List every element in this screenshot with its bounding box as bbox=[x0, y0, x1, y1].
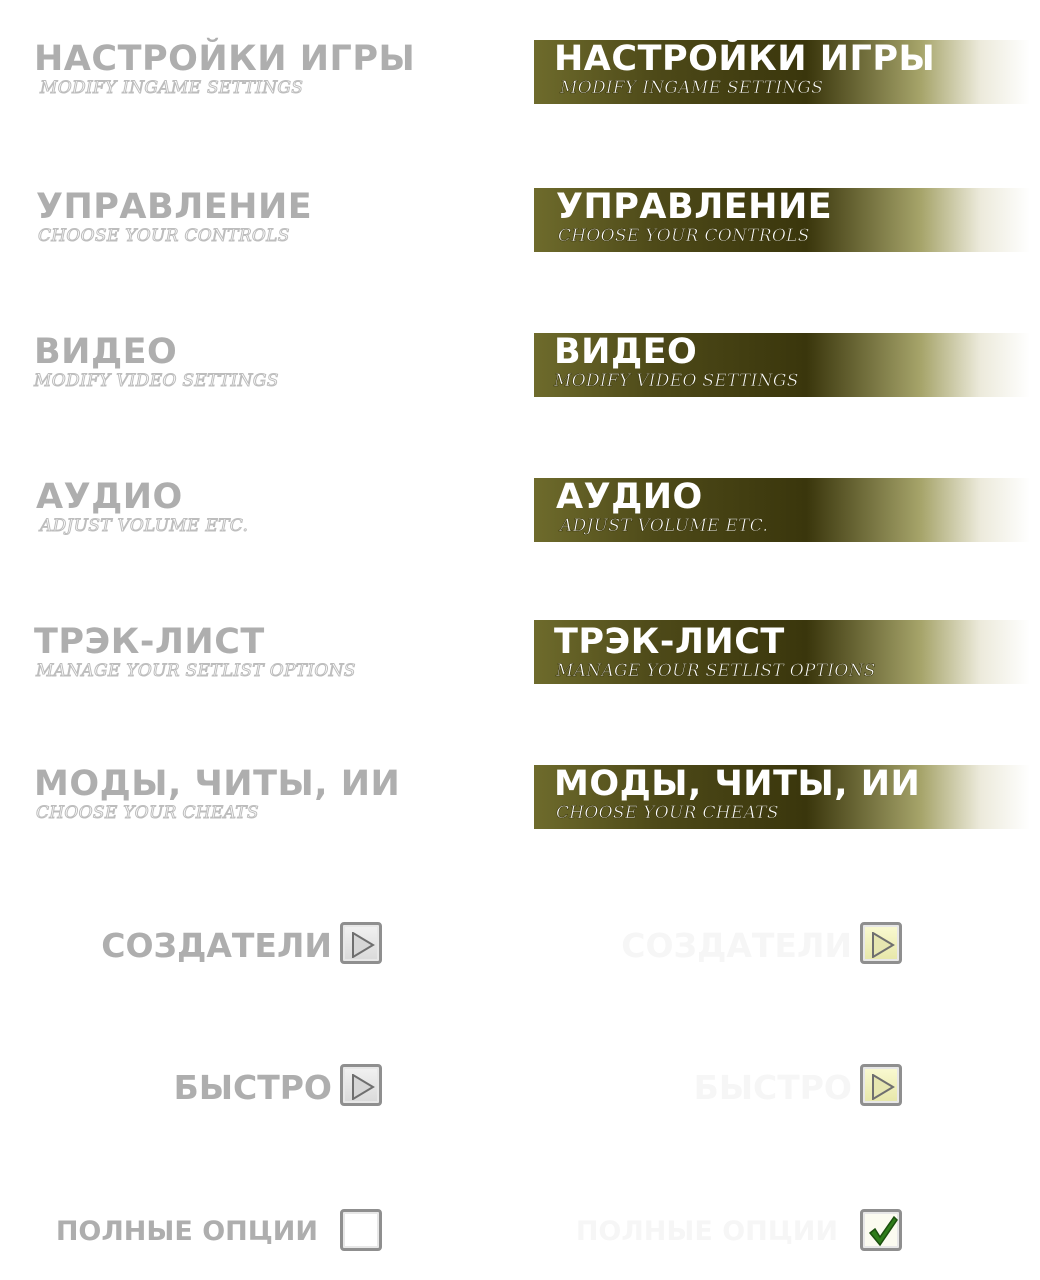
quick-label: БЫСТРО bbox=[173, 1068, 332, 1107]
full-options-checkbox-checked[interactable] bbox=[860, 1209, 902, 1251]
full-options-checkbox[interactable] bbox=[340, 1209, 382, 1251]
menu-item-subtitle: MODIFY INGAME SETTINGS bbox=[39, 78, 304, 99]
menu-item-title: МОДЫ, ЧИТЫ, ИИ bbox=[554, 764, 921, 804]
menu-item-subtitle: MODIFY INGAME SETTINGS bbox=[560, 78, 824, 99]
play-arrow-icon bbox=[352, 932, 375, 958]
quick-button[interactable] bbox=[340, 1064, 382, 1106]
menu-item-title: МОДЫ, ЧИТЫ, ИИ bbox=[34, 764, 401, 804]
menu-item-title: УПРАВЛЕНИЕ bbox=[36, 187, 313, 227]
menu-item-game-settings-highlighted[interactable]: НАСТРОЙКИ ИГРЫ MODIFY INGAME SETTINGS bbox=[534, 40, 1030, 104]
play-arrow-icon bbox=[872, 932, 895, 958]
menu-item-subtitle: ADJUST VOLUME ETC. bbox=[39, 516, 249, 537]
menu-item-title: НАСТРОЙКИ ИГРЫ bbox=[554, 39, 936, 79]
full-options-label: ПОЛНЫЕ ОПЦИИ bbox=[55, 1216, 318, 1247]
menu-item-title: АУДИО bbox=[36, 477, 183, 517]
credits-label: СОЗДАТЕЛИ bbox=[101, 926, 332, 965]
menu-item-subtitle: MODIFY VIDEO SETTINGS bbox=[554, 371, 799, 392]
menu-item-subtitle: CHOOSE YOUR CHEATS bbox=[36, 803, 260, 824]
menu-item-title: НАСТРОЙКИ ИГРЫ bbox=[34, 39, 416, 79]
menu-item-subtitle: CHOOSE YOUR CONTROLS bbox=[558, 226, 810, 247]
menu-item-subtitle: ADJUST VOLUME ETC. bbox=[560, 516, 769, 537]
menu-item-title: АУДИО bbox=[556, 477, 703, 517]
play-arrow-icon bbox=[352, 1074, 375, 1100]
menu-item-subtitle: MANAGE YOUR SETLIST OPTIONS bbox=[36, 661, 356, 682]
credits-button[interactable] bbox=[340, 922, 382, 964]
menu-item-subtitle: MODIFY VIDEO SETTINGS bbox=[34, 371, 279, 392]
quick-button-active[interactable] bbox=[860, 1064, 902, 1106]
credits-button-active[interactable] bbox=[860, 922, 902, 964]
menu-item-subtitle: CHOOSE YOUR CONTROLS bbox=[38, 226, 290, 247]
credits-label-active: СОЗДАТЕЛИ bbox=[621, 926, 852, 965]
menu-item-video[interactable]: ВИДЕО MODIFY VIDEO SETTINGS bbox=[34, 333, 504, 397]
menu-item-controls[interactable]: УПРАВЛЕНИЕ CHOOSE YOUR CONTROLS bbox=[34, 188, 504, 252]
play-arrow-icon bbox=[872, 1074, 895, 1100]
menu-item-title: ТРЭК-ЛИСТ bbox=[554, 622, 785, 662]
menu-item-subtitle: CHOOSE YOUR CHEATS bbox=[556, 803, 779, 824]
checkmark-icon bbox=[868, 1215, 898, 1247]
full-options-label-active: ПОЛНЫЕ ОПЦИИ bbox=[575, 1216, 838, 1247]
menu-item-title: УПРАВЛЕНИЕ bbox=[556, 187, 833, 227]
menu-item-setlist-highlighted[interactable]: ТРЭК-ЛИСТ MANAGE YOUR SETLIST OPTIONS bbox=[534, 620, 1030, 684]
menu-item-audio[interactable]: АУДИО ADJUST VOLUME ETC. bbox=[34, 478, 504, 542]
menu-item-game-settings[interactable]: НАСТРОЙКИ ИГРЫ MODIFY INGAME SETTINGS bbox=[34, 40, 504, 104]
menu-item-title: ВИДЕО bbox=[554, 332, 698, 372]
menu-item-setlist[interactable]: ТРЭК-ЛИСТ MANAGE YOUR SETLIST OPTIONS bbox=[34, 623, 504, 687]
menu-item-cheats-highlighted[interactable]: МОДЫ, ЧИТЫ, ИИ CHOOSE YOUR CHEATS bbox=[534, 765, 1030, 829]
menu-item-subtitle: MANAGE YOUR SETLIST OPTIONS bbox=[556, 661, 876, 682]
menu-item-video-highlighted[interactable]: ВИДЕО MODIFY VIDEO SETTINGS bbox=[534, 333, 1030, 397]
menu-item-controls-highlighted[interactable]: УПРАВЛЕНИЕ CHOOSE YOUR CONTROLS bbox=[534, 188, 1030, 252]
menu-item-title: ВИДЕО bbox=[34, 332, 178, 372]
menu-item-title: ТРЭК-ЛИСТ bbox=[34, 622, 265, 662]
menu-item-cheats[interactable]: МОДЫ, ЧИТЫ, ИИ CHOOSE YOUR CHEATS bbox=[34, 765, 504, 829]
quick-label-active: БЫСТРО bbox=[693, 1068, 852, 1107]
menu-item-audio-highlighted[interactable]: АУДИО ADJUST VOLUME ETC. bbox=[534, 478, 1030, 542]
